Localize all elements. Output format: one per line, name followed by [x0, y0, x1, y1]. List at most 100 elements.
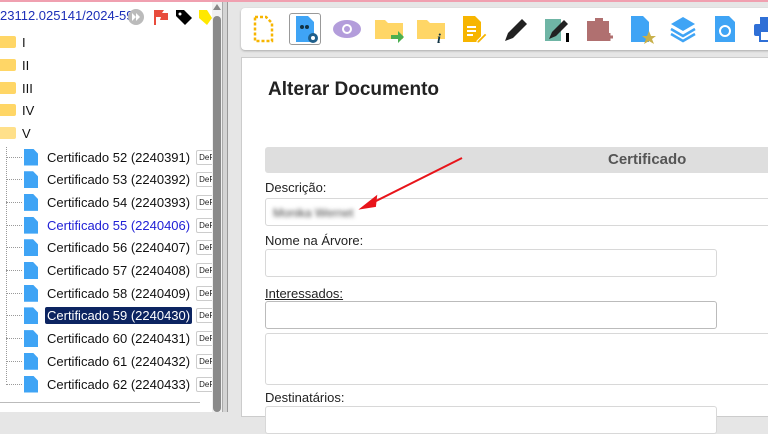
document-label[interactable]: Certificado 61 (2240432) — [45, 353, 192, 370]
tree-connector — [6, 156, 22, 158]
nome-arvore-input[interactable] — [265, 249, 717, 277]
document-icon — [24, 262, 38, 279]
unit-sign-icon — [545, 19, 569, 42]
tree-document-item[interactable]: Certificado 52 (2240391)DePD — [6, 146, 212, 168]
document-label[interactable]: Certificado 55 (2240406) — [45, 217, 192, 234]
descricao-value: Monika Wernet — [273, 206, 354, 220]
page-title: Alterar Documento — [268, 79, 440, 100]
scroll-up-arrow-icon[interactable] — [213, 4, 221, 10]
tree-document-item[interactable]: Certificado 61 (2240432)DePD — [6, 350, 212, 372]
revert-document-button[interactable] — [709, 13, 741, 45]
print-button[interactable] — [751, 13, 768, 45]
document-tag[interactable]: DePD — [196, 240, 212, 256]
move-folder-icon — [375, 20, 404, 43]
document-icon — [24, 375, 38, 393]
document-tag[interactable]: DePD — [196, 217, 212, 233]
tree-document-item[interactable]: Certificado 54 (2240393)DePD — [6, 191, 212, 213]
document-label[interactable]: Certificado 57 (2240408) — [45, 262, 192, 279]
tag-icon[interactable] — [175, 9, 193, 30]
document-toolbar: i — [241, 8, 768, 50]
nome-arvore-label: Nome na Árvore: — [265, 233, 364, 248]
tree-connector — [6, 338, 22, 340]
tree-connector — [6, 270, 22, 271]
document-tag[interactable]: DePD — [196, 172, 212, 188]
document-settings-button[interactable] — [289, 13, 321, 45]
favorite-document-icon — [631, 16, 656, 44]
document-tag[interactable]: DePD — [196, 376, 212, 392]
document-tag[interactable]: DePD — [196, 194, 212, 210]
interessados-list[interactable] — [265, 333, 768, 385]
new-document-button[interactable] — [247, 13, 279, 45]
tree-document-item[interactable]: Certificado 56 (2240407)DePD — [6, 237, 212, 259]
folder-label: III — [22, 80, 33, 96]
folder-I[interactable]: I — [0, 31, 26, 53]
section-header: Certificado — [265, 147, 768, 173]
document-icon — [24, 284, 38, 302]
folder-label: V — [22, 125, 31, 141]
document-tag[interactable]: DePD — [196, 285, 212, 301]
document-tag[interactable]: DePD — [196, 331, 212, 347]
document-icon — [24, 148, 38, 166]
document-tag[interactable]: DePD — [196, 353, 212, 369]
document-label[interactable]: Certificado 52 (2240391) — [45, 149, 192, 166]
tree-connector — [6, 201, 22, 203]
tree-document-item[interactable]: Certificado 60 (2240431)DePD — [6, 328, 212, 350]
scrollbar-thumb[interactable] — [213, 16, 221, 412]
favorite-document-button[interactable] — [625, 13, 657, 45]
tree-document-item[interactable]: Certificado 57 (2240408) DePD — [6, 260, 212, 282]
folder-icon — [0, 104, 16, 116]
yellow-tag-icon[interactable] — [198, 9, 212, 30]
document-icon — [24, 216, 38, 234]
document-icon — [24, 171, 38, 189]
panel-resize-handle[interactable] — [222, 2, 228, 412]
folder-V-open[interactable]: V — [0, 122, 31, 144]
folder-III[interactable]: III — [0, 77, 33, 99]
new-document-icon — [253, 15, 274, 43]
document-icon — [24, 352, 38, 370]
tree-connector — [6, 247, 22, 249]
edit-document-button[interactable] — [457, 13, 489, 45]
interessados-label: Interessados: — [265, 286, 344, 301]
document-label[interactable]: Certificado 58 (2240409) — [45, 285, 192, 302]
folder-info-button[interactable]: i — [415, 13, 447, 45]
interessados-input[interactable] — [265, 301, 717, 329]
flag-icon[interactable] — [153, 9, 169, 30]
revert-document-icon — [715, 16, 735, 42]
tree-document-item[interactable]: Certificado 62 (2240433)DePD — [6, 373, 212, 395]
document-label[interactable]: Certificado 56 (2240407) — [45, 239, 192, 256]
folder-info-icon: i — [417, 20, 445, 45]
sign-button[interactable] — [499, 13, 531, 45]
document-label[interactable]: Certificado 59 (2240430) — [45, 307, 193, 325]
tree-connector — [6, 315, 22, 317]
forward-icon[interactable] — [128, 9, 144, 30]
edit-document-form: Alterar Documento Certificado Descrição:… — [241, 57, 768, 434]
process-number-link[interactable]: 23112.025141/2024-59 — [0, 8, 134, 23]
document-tag[interactable]: DePD — [196, 263, 212, 278]
move-folder-button[interactable] — [373, 13, 405, 45]
folder-IV[interactable]: IV — [0, 99, 34, 121]
sign-icon — [505, 19, 527, 41]
document-label[interactable]: Certificado 62 (2240433) — [45, 376, 192, 393]
folder-II[interactable]: II — [0, 54, 29, 76]
tree-document-item[interactable]: Certificado 59 (2240430)DePD — [6, 305, 212, 327]
destinatarios-input[interactable] — [265, 406, 717, 434]
unit-sign-button[interactable] — [541, 13, 573, 45]
document-icon — [24, 239, 38, 257]
document-label[interactable]: Certificado 60 (2240431) — [45, 330, 192, 347]
descricao-input[interactable]: Monika Wernet — [265, 198, 768, 226]
tree-document-item[interactable]: Certificado 55 (2240406)DePD — [6, 214, 212, 236]
tree-scrollbar[interactable] — [212, 2, 222, 412]
add-block-button[interactable] — [583, 13, 615, 45]
layers-button[interactable] — [667, 13, 699, 45]
tree-document-item[interactable]: Certificado 53 (2240392)DePD — [6, 169, 212, 191]
tree-document-item[interactable]: Certificado 58 (2240409)DePD — [6, 282, 212, 304]
document-icon — [24, 307, 38, 325]
document-tag[interactable]: DePD — [196, 149, 212, 165]
tree-connector — [6, 383, 22, 385]
folder-label: II — [22, 57, 30, 73]
document-tag[interactable]: DePD — [196, 308, 212, 324]
document-label[interactable]: Certificado 54 (2240393) — [45, 194, 192, 211]
view-button[interactable] — [331, 13, 363, 45]
document-label[interactable]: Certificado 53 (2240392) — [45, 171, 192, 188]
folder-icon — [0, 36, 16, 48]
